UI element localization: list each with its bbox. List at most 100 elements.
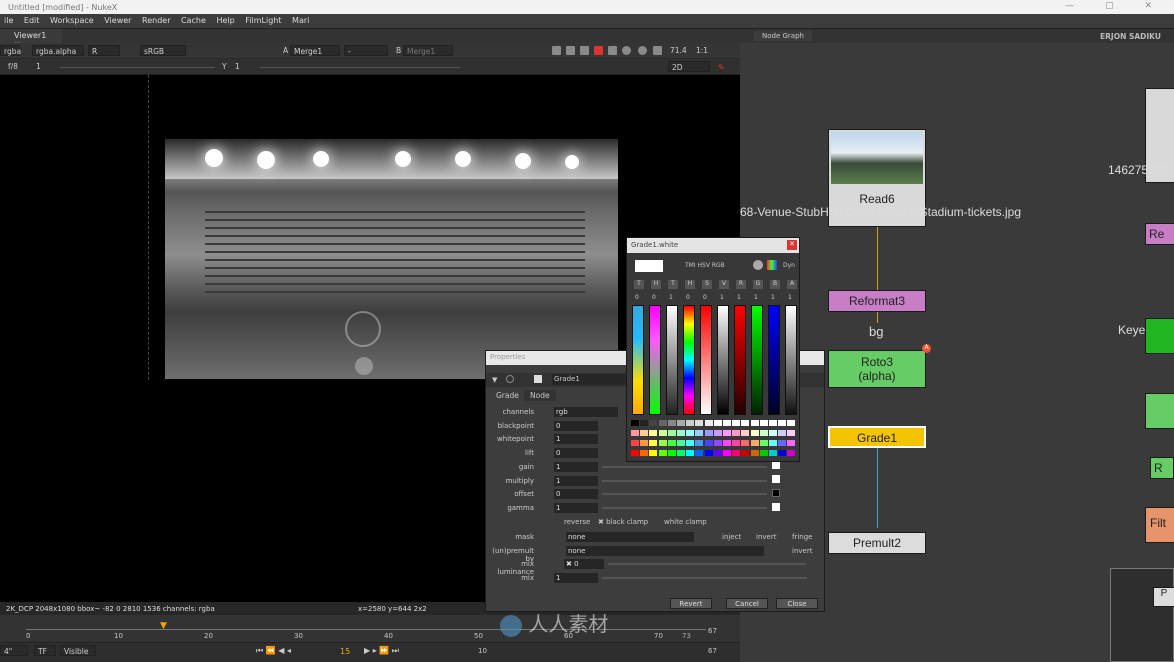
color-swatch[interactable] [750, 420, 759, 426]
revert-button[interactable]: Revert [670, 598, 712, 609]
color-swatch[interactable] [732, 450, 741, 456]
color-swatch[interactable] [695, 450, 704, 456]
out-frame-field[interactable]: 67 [708, 647, 717, 655]
color-swatch[interactable] [649, 440, 658, 446]
color-swatch[interactable] [732, 430, 741, 436]
node-name-field[interactable]: Grade1 [552, 374, 632, 385]
collapse-icon[interactable]: ▼ [492, 376, 497, 384]
roi-icon[interactable] [552, 46, 561, 55]
bar-sat[interactable] [700, 305, 712, 415]
color-swatch[interactable] [658, 450, 667, 456]
ratio-value[interactable]: 1:1 [696, 46, 708, 55]
menu-edit[interactable]: Edit [20, 14, 44, 27]
lift-field[interactable]: 0 [554, 448, 598, 458]
blackpoint-field[interactable]: 0 [554, 421, 598, 431]
invert-checkbox[interactable]: invert [756, 533, 776, 541]
lut-icon[interactable] [608, 46, 617, 55]
color-swatch[interactable] [667, 440, 676, 446]
channel-select-dropdown[interactable]: rgba.alpha [32, 45, 84, 56]
mix-luminance-field[interactable]: ✖ 0 [564, 559, 604, 569]
color-swatch[interactable] [677, 430, 685, 436]
tab-grade[interactable]: Grade [496, 391, 519, 400]
keyer-node[interactable] [1145, 318, 1174, 354]
color-swatch[interactable] [713, 430, 722, 436]
color-swatch[interactable] [741, 430, 750, 436]
color-swatch[interactable] [778, 440, 787, 446]
gain-field[interactable]: 1 [554, 462, 598, 472]
proxy-icon[interactable] [594, 46, 603, 55]
current-color-swatch[interactable] [635, 260, 663, 272]
help-icon[interactable] [506, 375, 514, 383]
color-swatch[interactable] [759, 420, 768, 426]
color-swatch[interactable] [769, 440, 777, 446]
frame-field[interactable]: 1 [36, 62, 41, 71]
color-swatch[interactable] [667, 450, 676, 456]
color-swatch[interactable] [704, 420, 713, 426]
a-input-dropdown[interactable]: Merge1 [290, 45, 340, 56]
mix-luminance-slider[interactable] [608, 563, 806, 565]
offset-slider[interactable] [602, 493, 767, 495]
gain-slider[interactable] [60, 67, 215, 68]
bar-green[interactable] [751, 305, 763, 415]
color-swatch[interactable] [686, 430, 695, 436]
menu-help[interactable]: Help [212, 14, 238, 27]
white-clamp-checkbox[interactable]: white clamp [664, 518, 707, 526]
bar-alpha[interactable] [785, 305, 797, 415]
color-swatch[interactable] [631, 450, 639, 456]
channels-dropdown[interactable]: rgba [0, 45, 21, 56]
colorspace-dropdown[interactable]: sRGB [140, 45, 186, 56]
color-swatch[interactable] [658, 440, 667, 446]
gamma-slider[interactable] [260, 67, 460, 68]
dyn-toggle[interactable]: Dyn [783, 262, 795, 269]
color-swatch[interactable] [778, 430, 787, 436]
y-value[interactable]: 1 [235, 62, 240, 71]
color-swatch[interactable] [759, 430, 768, 436]
cancel-button[interactable]: Cancel [726, 598, 768, 609]
menu-cache[interactable]: Cache [177, 14, 210, 27]
menu-render[interactable]: Render [138, 14, 174, 27]
bar-t2[interactable] [666, 305, 678, 415]
tf-select[interactable]: TF [34, 645, 56, 656]
bar-t[interactable] [632, 305, 644, 415]
color-swatch[interactable] [686, 450, 695, 456]
mode-selector[interactable]: TMI HSV RGB [685, 262, 725, 269]
color-swatch[interactable] [649, 420, 658, 426]
color-swatch[interactable] [640, 430, 649, 436]
color-swatch[interactable] [787, 450, 796, 456]
eyedropper-icon[interactable] [753, 260, 763, 270]
color-swatch[interactable] [667, 430, 676, 436]
color-swatch[interactable] [723, 420, 731, 426]
multiply-field[interactable]: 1 [554, 476, 598, 486]
transport-controls-fwd[interactable]: ▶ ▸ ⏩ ⏭ [364, 646, 399, 656]
bar-h[interactable] [649, 305, 661, 415]
channels-dropdown[interactable]: rgb [554, 407, 618, 417]
color-swatch[interactable] [759, 440, 768, 446]
color-swatch[interactable] [750, 440, 759, 446]
gain-swatch[interactable] [772, 461, 780, 469]
color-swatch[interactable] [677, 450, 685, 456]
inject-checkbox[interactable]: inject [722, 533, 741, 541]
color-swatch[interactable] [732, 440, 741, 446]
color-swatch[interactable] [759, 450, 768, 456]
color-swatch[interactable] [723, 430, 731, 436]
invert2-checkbox[interactable]: invert [792, 547, 812, 555]
color-swatch[interactable] [704, 450, 713, 456]
end-frame-field[interactable]: 67 [708, 627, 717, 635]
fringe-checkbox[interactable]: fringe [792, 533, 812, 541]
color-swatch[interactable] [677, 420, 685, 426]
color-swatch[interactable] [713, 420, 722, 426]
reverse-checkbox[interactable]: reverse [564, 518, 590, 526]
color-swatch[interactable] [631, 420, 639, 426]
pen-icon[interactable]: ✎ [718, 63, 725, 72]
tab-viewer1[interactable]: Viewer1 ✕ [0, 29, 62, 49]
menu-file[interactable]: ile [0, 14, 17, 27]
color-swatch[interactable] [686, 440, 695, 446]
right-node-r[interactable]: R [1150, 457, 1174, 479]
menu-viewer[interactable]: Viewer [100, 14, 135, 27]
playhead-icon[interactable]: ▼ [160, 621, 167, 631]
color-swatch[interactable] [686, 420, 695, 426]
color-swatch[interactable] [787, 440, 796, 446]
menu-mari[interactable]: Mari [288, 14, 313, 27]
color-swatch[interactable] [667, 420, 676, 426]
offset-field[interactable]: 0 [554, 489, 598, 499]
